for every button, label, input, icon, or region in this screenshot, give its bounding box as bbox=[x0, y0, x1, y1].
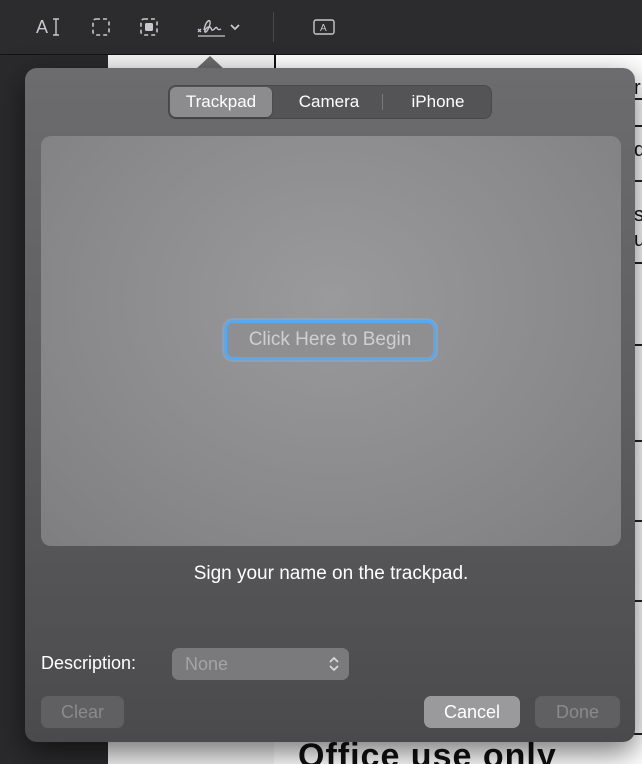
cancel-button[interactable]: Cancel bbox=[424, 696, 520, 728]
sign-tool[interactable] bbox=[192, 12, 244, 42]
screen: r d s u Office use only A A Trackpad Cam… bbox=[0, 0, 642, 764]
markup-toolbar: A A bbox=[0, 0, 642, 55]
description-select[interactable]: None bbox=[172, 648, 349, 680]
tab-trackpad[interactable]: Trackpad bbox=[170, 87, 272, 117]
click-to-begin-button[interactable]: Click Here to Begin bbox=[224, 320, 436, 360]
description-value: None bbox=[185, 653, 229, 674]
text-selection-icon: A bbox=[36, 17, 59, 37]
tab-iphone[interactable]: iPhone bbox=[386, 87, 490, 117]
toolbar-divider bbox=[273, 12, 274, 42]
svg-text:A: A bbox=[320, 23, 327, 34]
tab-camera[interactable]: Camera bbox=[278, 87, 380, 117]
up-down-chevron-icon bbox=[329, 656, 339, 672]
smart-lasso-tool[interactable] bbox=[136, 12, 162, 42]
text-box-icon: A bbox=[313, 19, 335, 35]
document-edge-text: u bbox=[634, 229, 642, 251]
tab-divider bbox=[382, 94, 383, 110]
done-button[interactable]: Done bbox=[535, 696, 620, 728]
document-edge-text: d bbox=[634, 139, 642, 161]
signature-source-tabs: Trackpad Camera iPhone bbox=[168, 85, 492, 119]
rectangular-selection-tool[interactable] bbox=[88, 12, 114, 42]
clear-button[interactable]: Clear bbox=[41, 696, 124, 728]
text-selection-tool[interactable]: A bbox=[34, 12, 64, 42]
rectangular-selection-icon bbox=[92, 18, 110, 36]
chevron-down-icon bbox=[230, 24, 240, 31]
sign-icon bbox=[197, 19, 225, 37]
text-box-tool[interactable]: A bbox=[310, 12, 338, 42]
smart-lasso-icon bbox=[140, 18, 158, 36]
document-edge-text: s bbox=[634, 204, 642, 226]
svg-text:A: A bbox=[36, 17, 48, 37]
description-label: Description: bbox=[41, 653, 137, 673]
instruction-text: Sign your name on the trackpad. bbox=[193, 563, 469, 584]
document-edge-text: r bbox=[634, 77, 641, 99]
